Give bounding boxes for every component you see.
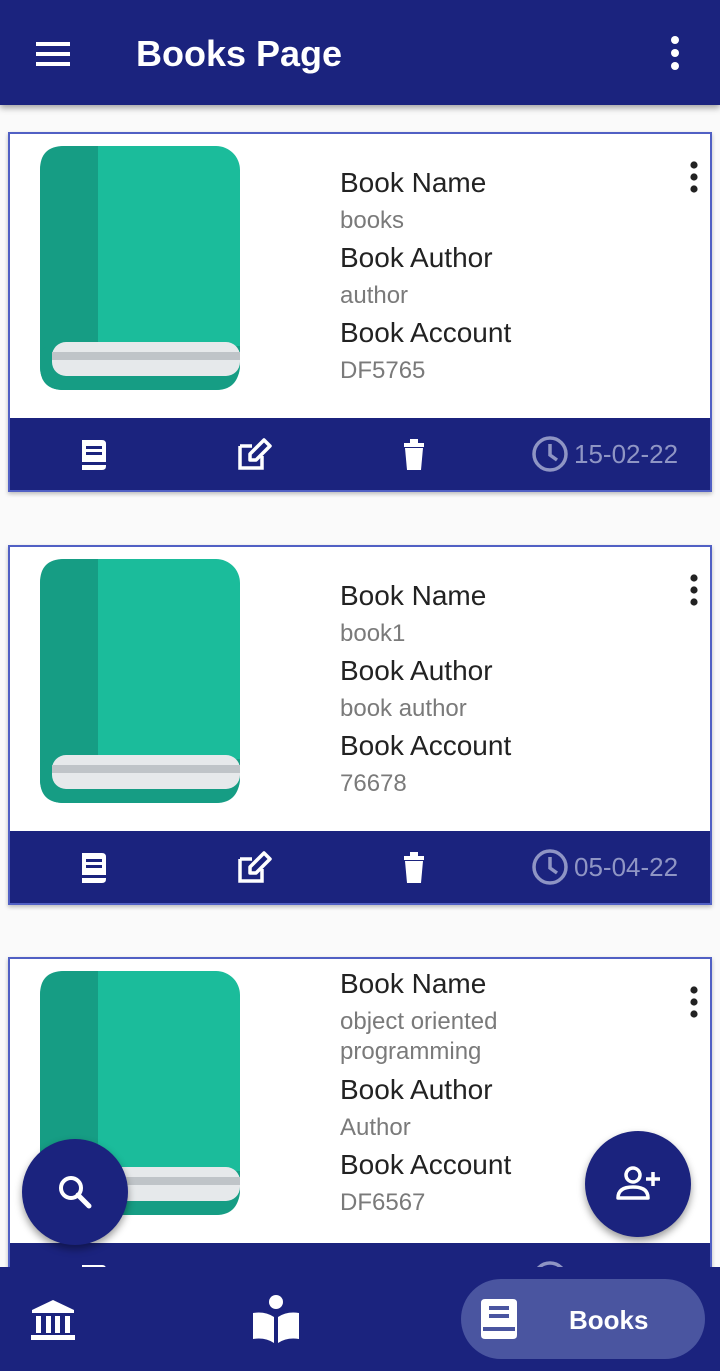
- card-more-vert-icon[interactable]: [680, 571, 708, 611]
- date-stamp: 15-02-22: [530, 434, 678, 474]
- book-name-line: object oriented: [340, 1008, 498, 1035]
- book-info: Book Name books Book Author author Book …: [340, 164, 670, 389]
- nav-reader-icon[interactable]: [250, 1293, 302, 1345]
- edit-icon[interactable]: [234, 849, 274, 887]
- nav-books-tab[interactable]: Books: [461, 1279, 705, 1359]
- book-account-value: DF5765: [340, 357, 426, 384]
- clock-icon: [532, 849, 568, 885]
- card-more-vert-icon[interactable]: [680, 983, 708, 1023]
- book-name-value: book1: [340, 620, 406, 647]
- page-title: Books Page: [136, 33, 343, 74]
- edit-icon[interactable]: [234, 436, 274, 474]
- clock-icon: [536, 1261, 564, 1267]
- date-stamp: [530, 1259, 574, 1267]
- book-name-label: Book Name: [340, 167, 487, 198]
- book-cover-icon: [40, 559, 240, 803]
- date-text: 15-02-22: [574, 438, 679, 469]
- view-book-icon[interactable]: [74, 436, 114, 474]
- book-author-value: author: [340, 282, 409, 309]
- book-icon: [481, 1299, 517, 1339]
- book-name-value: books: [340, 207, 405, 234]
- book-name-value: object oriented programming: [340, 1003, 670, 1071]
- card-more-vert-icon[interactable]: [680, 158, 708, 198]
- book-account-label: Book Account: [340, 730, 512, 761]
- book-name-label: Book Name: [340, 580, 487, 611]
- book-list[interactable]: Book Name books Book Author author Book …: [0, 105, 720, 1267]
- book-author-label: Book Author: [340, 655, 493, 686]
- book-name-label: Book Name: [340, 968, 487, 999]
- date-text: 05-04-22: [574, 851, 679, 882]
- nav-library-icon[interactable]: [28, 1297, 78, 1343]
- card-action-bar: 05-04-22: [10, 831, 710, 903]
- nav-books-label: Books: [569, 1305, 649, 1335]
- menu-icon[interactable]: [30, 36, 76, 72]
- view-book-icon[interactable]: [74, 849, 114, 887]
- date-stamp: 05-04-22: [530, 847, 678, 887]
- person-add-icon: [616, 1166, 660, 1200]
- book-author-label: Book Author: [340, 242, 493, 273]
- book-card[interactable]: Book Name book1 Book Author book author …: [8, 545, 712, 905]
- card-action-bar: [10, 1243, 710, 1267]
- book-author-value: book author: [340, 695, 467, 722]
- book-cover-icon: [40, 146, 240, 390]
- delete-icon[interactable]: [394, 436, 434, 474]
- card-action-bar: 15-02-22: [10, 418, 710, 490]
- clock-icon: [532, 436, 568, 472]
- app-bar: Books Page: [0, 0, 720, 105]
- search-icon: [59, 1176, 92, 1209]
- book-card[interactable]: Book Name books Book Author author Book …: [8, 132, 712, 492]
- search-button[interactable]: [22, 1139, 128, 1245]
- bottom-navigation: Books: [0, 1267, 720, 1371]
- add-person-button[interactable]: [585, 1131, 691, 1237]
- more-vert-icon[interactable]: [660, 32, 690, 76]
- delete-icon[interactable]: [394, 849, 434, 887]
- book-name-line: programming: [340, 1038, 482, 1065]
- book-account-label: Book Account: [340, 317, 512, 348]
- book-info: Book Name book1 Book Author book author …: [340, 577, 670, 802]
- book-account-value: 76678: [340, 770, 407, 797]
- book-author-label: Book Author: [340, 1074, 493, 1105]
